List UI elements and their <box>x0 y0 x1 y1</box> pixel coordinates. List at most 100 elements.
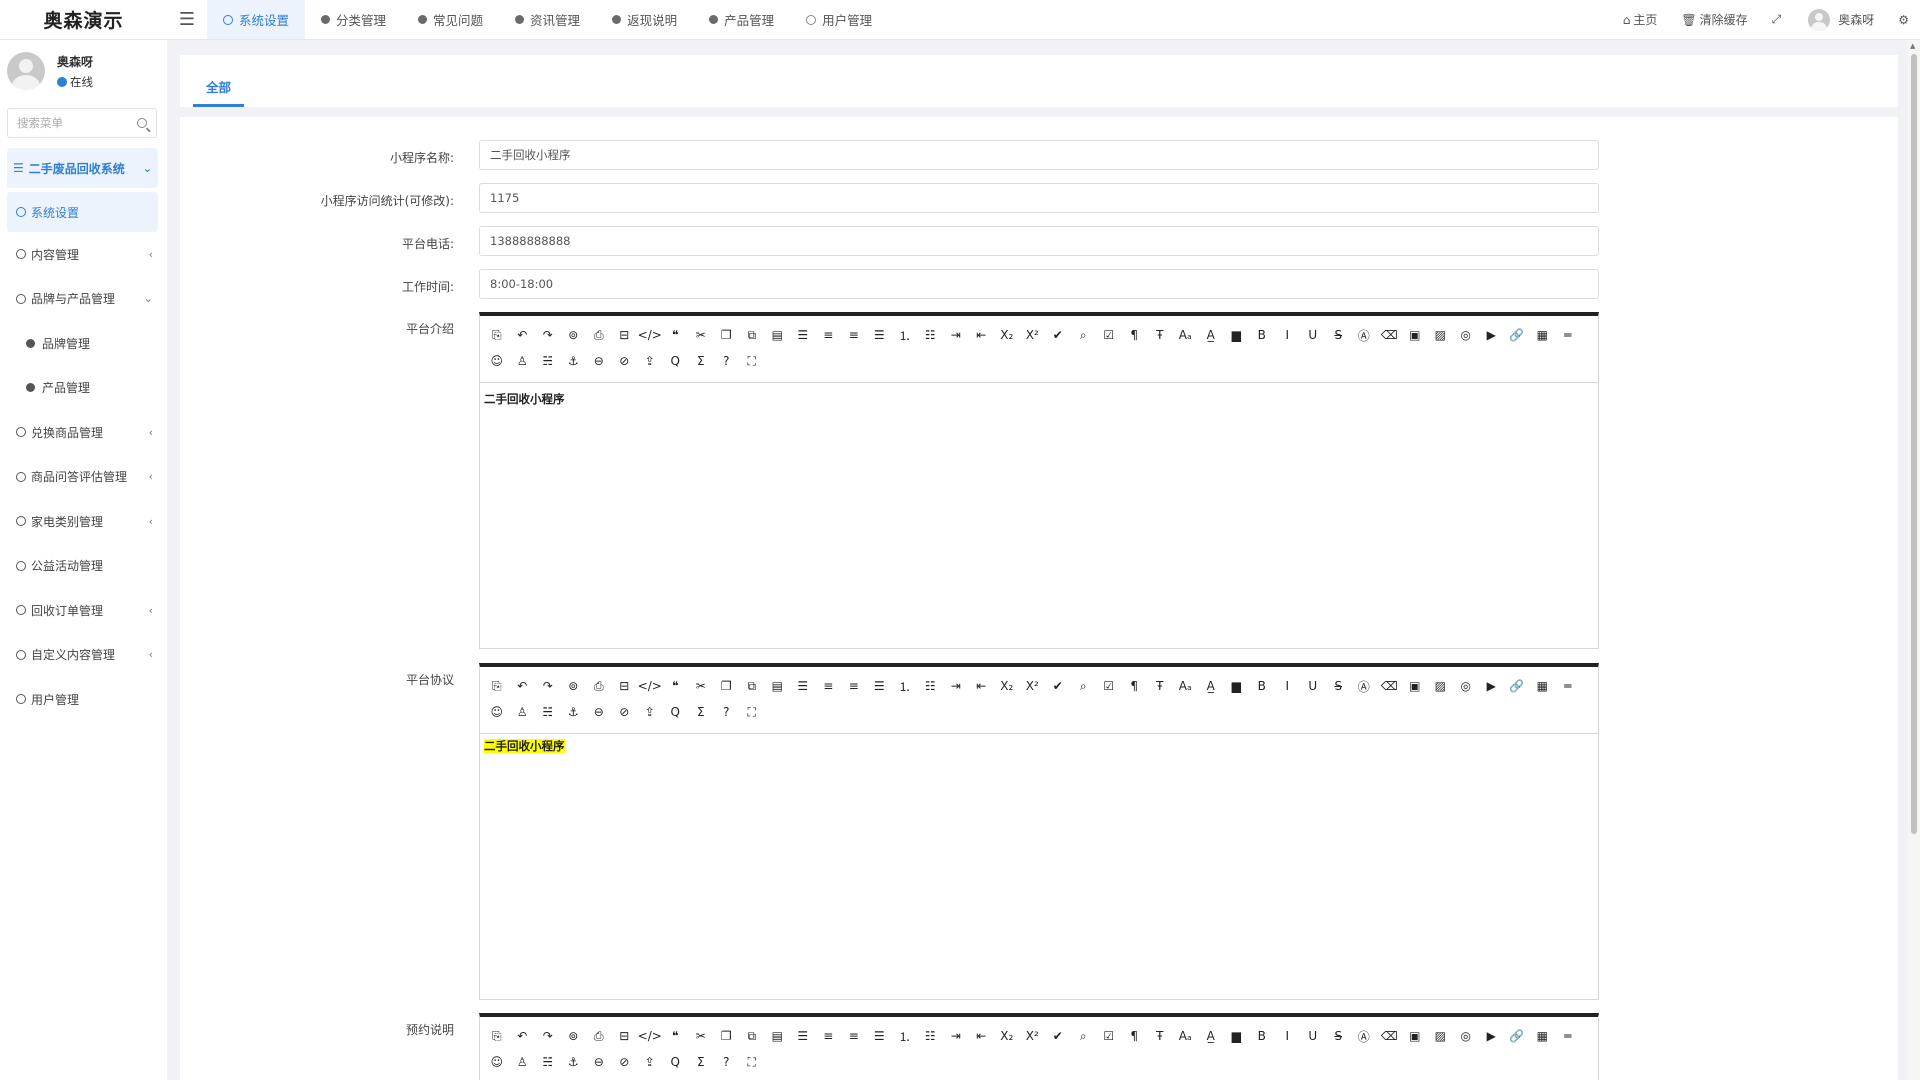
paste-text-icon[interactable]: ⧉ <box>739 322 765 348</box>
sidebar-item-exchange-goods[interactable]: 兑换商品管理 ‹ <box>0 410 167 455</box>
link-icon[interactable]: 🔗 <box>1504 673 1530 699</box>
undo-icon[interactable]: ↶ <box>510 673 536 699</box>
zoom-icon[interactable]: Q <box>663 1049 689 1075</box>
bg-color-icon[interactable]: ▆ <box>1224 322 1250 348</box>
italic-icon[interactable]: I <box>1275 1023 1301 1049</box>
clear-cache-button[interactable]: 🗑 清除缓存 <box>1669 11 1759 28</box>
font-color-icon[interactable]: A̲ <box>1198 322 1224 348</box>
tab-all[interactable]: 全部 <box>193 77 245 107</box>
paste-icon[interactable]: ▤ <box>765 322 791 348</box>
subscript-icon[interactable]: X₂ <box>994 673 1020 699</box>
link-icon[interactable]: 🔗 <box>1504 322 1530 348</box>
clear-format-icon[interactable]: Ⓐ <box>1351 1023 1377 1049</box>
strikethrough-icon[interactable]: S̶ <box>1326 1023 1352 1049</box>
indent-icon[interactable]: ⇥ <box>943 673 969 699</box>
font-family-icon[interactable]: Ŧ <box>1147 1023 1173 1049</box>
hr-icon[interactable]: ☵ <box>535 348 561 374</box>
unlink-icon[interactable]: ⊘ <box>612 699 638 725</box>
print-icon[interactable]: ⎙ <box>586 322 612 348</box>
bold-icon[interactable]: B <box>1249 1023 1275 1049</box>
image-icon[interactable]: ▣ <box>1402 673 1428 699</box>
align-center-icon[interactable]: ≡ <box>816 1023 842 1049</box>
paragraph-icon[interactable]: ¶ <box>1122 322 1148 348</box>
unlink-icon[interactable]: ⊘ <box>612 1049 638 1075</box>
insert-link-icon[interactable]: ⊖ <box>586 699 612 725</box>
underline-icon[interactable]: U <box>1300 322 1326 348</box>
insert-link-icon[interactable]: ⊖ <box>586 348 612 374</box>
sidebar-item-user-management[interactable]: 用户管理 <box>0 677 167 722</box>
image-icon[interactable]: ▣ <box>1402 322 1428 348</box>
paste-text-icon[interactable]: ⧉ <box>739 1023 765 1049</box>
emoji-icon[interactable]: ☺ <box>484 1049 510 1075</box>
tab-news-management[interactable]: 资讯管理 <box>499 0 596 39</box>
font-size-icon[interactable]: Aₐ <box>1173 673 1199 699</box>
align-justify-icon[interactable]: ☰ <box>867 322 893 348</box>
divider-icon[interactable]: ═ <box>1555 1023 1581 1049</box>
stamp-icon[interactable]: ♙ <box>510 1049 536 1075</box>
undo-icon[interactable]: ↶ <box>510 322 536 348</box>
scrollbar-thumb[interactable] <box>1911 54 1917 834</box>
remove-icon[interactable]: ⌫ <box>1377 673 1403 699</box>
bg-color-icon[interactable]: ▆ <box>1224 673 1250 699</box>
font-family-icon[interactable]: Ŧ <box>1147 322 1173 348</box>
fullscreen-icon[interactable]: ⛶ <box>739 348 765 374</box>
copy-icon[interactable]: ❐ <box>714 322 740 348</box>
outdent-icon[interactable]: ⇤ <box>969 1023 995 1049</box>
preview-icon[interactable]: ⊟ <box>612 673 638 699</box>
agreement-editor-content[interactable]: 二手回收小程序 <box>480 734 1598 762</box>
align-justify-icon[interactable]: ☰ <box>867 1023 893 1049</box>
link-icon[interactable]: 🔗 <box>1504 1023 1530 1049</box>
sidebar-item-brand-management[interactable]: 品牌管理 <box>0 321 167 366</box>
bold-icon[interactable]: B <box>1249 322 1275 348</box>
align-center-icon[interactable]: ≡ <box>816 322 842 348</box>
fullscreen-button[interactable]: ⤢ <box>1760 12 1797 27</box>
scroll-up-icon[interactable]: ▲ <box>1910 42 1915 50</box>
search-replace-icon[interactable]: ⌕ <box>1071 1023 1097 1049</box>
subscript-icon[interactable]: X₂ <box>994 322 1020 348</box>
print-icon[interactable]: ⎙ <box>586 673 612 699</box>
align-right-icon[interactable]: ≡ <box>841 673 867 699</box>
superscript-icon[interactable]: X² <box>1020 322 1046 348</box>
media-icon[interactable]: ◎ <box>1453 322 1479 348</box>
help-icon[interactable]: ? <box>714 348 740 374</box>
tab-product-management[interactable]: 产品管理 <box>693 0 790 39</box>
stamp-icon[interactable]: ♙ <box>510 699 536 725</box>
indent-icon[interactable]: ⇥ <box>943 1023 969 1049</box>
tab-user-management[interactable]: 用户管理 <box>790 0 888 39</box>
menu-search-input[interactable] <box>17 116 137 130</box>
unordered-list-icon[interactable]: ☷ <box>918 673 944 699</box>
sidebar-group-recycle-system[interactable]: ☰ 二手废品回收系统 ⌄ <box>7 148 158 188</box>
ordered-list-icon[interactable]: ⒈ <box>892 1023 918 1049</box>
checklist-icon[interactable]: ☑ <box>1096 673 1122 699</box>
tab-faq[interactable]: 常见问题 <box>402 0 499 39</box>
checklist-icon[interactable]: ☑ <box>1096 322 1122 348</box>
redo-icon[interactable]: ↷ <box>535 322 561 348</box>
align-left-icon[interactable]: ☰ <box>790 673 816 699</box>
italic-icon[interactable]: I <box>1275 673 1301 699</box>
unlink-icon[interactable]: ⊘ <box>612 348 638 374</box>
sidebar-item-custom-content[interactable]: 自定义内容管理 ‹ <box>0 633 167 678</box>
sidebar-item-recycle-orders[interactable]: 回收订单管理 ‹ <box>0 588 167 633</box>
user-menu[interactable]: 奥森呀 <box>1796 8 1886 31</box>
multi-image-icon[interactable]: ▨ <box>1428 322 1454 348</box>
font-family-icon[interactable]: Ŧ <box>1147 673 1173 699</box>
sidebar-item-brand-product-management[interactable]: 品牌与产品管理 ⌄ <box>0 277 167 322</box>
media-icon[interactable]: ◎ <box>1453 1023 1479 1049</box>
paste-text-icon[interactable]: ⧉ <box>739 673 765 699</box>
clear-format-icon[interactable]: Ⓐ <box>1351 322 1377 348</box>
app-name-input[interactable] <box>479 140 1599 170</box>
redo-icon[interactable]: ↷ <box>535 1023 561 1049</box>
ordered-list-icon[interactable]: ⒈ <box>892 673 918 699</box>
outdent-icon[interactable]: ⇤ <box>969 322 995 348</box>
superscript-icon[interactable]: X² <box>1020 673 1046 699</box>
menu-toggle-icon[interactable]: ☰ <box>167 0 207 39</box>
search-replace-icon[interactable]: ⌕ <box>1071 322 1097 348</box>
underline-icon[interactable]: U <box>1300 1023 1326 1049</box>
italic-icon[interactable]: I <box>1275 322 1301 348</box>
copy-icon[interactable]: ❐ <box>714 673 740 699</box>
print-icon[interactable]: ⎙ <box>586 1023 612 1049</box>
zoom-icon[interactable]: Q <box>663 348 689 374</box>
sidebar-item-product-management[interactable]: 产品管理 <box>0 366 167 411</box>
upload-icon[interactable]: ⇪ <box>637 699 663 725</box>
image-icon[interactable]: ▣ <box>1402 1023 1428 1049</box>
